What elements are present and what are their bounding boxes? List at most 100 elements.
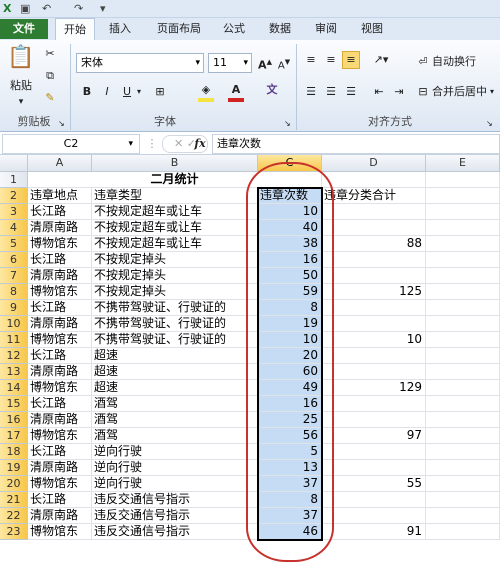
table-cell-b[interactable]: 超速 [92, 348, 258, 364]
font-name-box[interactable]: 宋体 ▾ [76, 53, 204, 73]
table-cell-a[interactable]: 长江路 [28, 444, 92, 460]
table-cell-d[interactable] [322, 204, 426, 220]
table-cell-a[interactable]: 长江路 [28, 396, 92, 412]
table-cell-c[interactable]: 19 [258, 316, 322, 332]
table-cell-d[interactable]: 88 [322, 236, 426, 252]
column-header-b[interactable]: B [92, 155, 258, 172]
tab-view[interactable]: 视图 [352, 18, 392, 40]
tab-home[interactable]: 开始 [55, 18, 95, 41]
table-cell-d[interactable] [322, 492, 426, 508]
table-cell-a[interactable]: 长江路 [28, 252, 92, 268]
sheet-title[interactable]: 二月统计 [28, 172, 322, 188]
row-header[interactable]: 23 [0, 524, 28, 540]
tab-page-layout[interactable]: 页面布局 [148, 18, 210, 40]
header-cell-c[interactable]: 违章次数 [258, 188, 322, 204]
table-cell-b[interactable]: 不按规定超车或让车 [92, 220, 258, 236]
fx-icon[interactable]: fx [192, 136, 208, 152]
table-cell-a[interactable]: 长江路 [28, 204, 92, 220]
table-cell-b[interactable]: 违反交通信号指示 [92, 492, 258, 508]
table-cell-b[interactable]: 不按规定超车或让车 [92, 236, 258, 252]
tab-data[interactable]: 数据 [260, 18, 300, 40]
row-header[interactable]: 17 [0, 428, 28, 444]
header-cell-a[interactable]: 违章地点 [28, 188, 92, 204]
row-header[interactable]: 3 [0, 204, 28, 220]
align-left-icon[interactable]: ☰ [302, 84, 320, 100]
decrease-indent-icon[interactable]: ⇤ [370, 84, 388, 100]
table-cell-d[interactable] [322, 460, 426, 476]
table-cell-b[interactable]: 不携带驾驶证、行驶证的 [92, 316, 258, 332]
align-middle-icon[interactable]: ≡ [322, 52, 340, 68]
paste-button[interactable]: 粘贴 [4, 78, 38, 94]
table-cell-d[interactable] [322, 348, 426, 364]
table-cell-c[interactable]: 56 [258, 428, 322, 444]
column-header-d[interactable]: D [322, 155, 426, 172]
table-cell-e[interactable] [426, 316, 500, 332]
table-cell-b[interactable]: 违反交通信号指示 [92, 524, 258, 540]
table-cell-d[interactable] [322, 316, 426, 332]
table-cell-b[interactable]: 不携带驾驶证、行驶证的 [92, 332, 258, 348]
cut-icon[interactable]: ✂ [42, 46, 58, 62]
table-cell-a[interactable]: 长江路 [28, 300, 92, 316]
table-cell-b[interactable]: 不携带驾驶证、行驶证的 [92, 300, 258, 316]
table-cell-e[interactable] [426, 220, 500, 236]
row-header[interactable]: 16 [0, 412, 28, 428]
header-cell-e[interactable] [426, 188, 500, 204]
tab-formulas[interactable]: 公式 [214, 18, 254, 40]
cell-e1[interactable] [426, 172, 500, 188]
table-cell-a[interactable]: 清原南路 [28, 460, 92, 476]
table-cell-d[interactable] [322, 220, 426, 236]
row-header[interactable]: 9 [0, 300, 28, 316]
table-cell-d[interactable] [322, 252, 426, 268]
table-cell-e[interactable] [426, 476, 500, 492]
table-cell-b[interactable]: 逆向行驶 [92, 444, 258, 460]
customize-quick-access-icon[interactable]: ▾ [100, 1, 106, 16]
row-header[interactable]: 1 [0, 172, 28, 188]
table-cell-c[interactable]: 16 [258, 396, 322, 412]
table-cell-a[interactable]: 清原南路 [28, 364, 92, 380]
table-cell-e[interactable] [426, 236, 500, 252]
bold-button[interactable]: B [80, 84, 94, 100]
table-cell-b[interactable]: 超速 [92, 380, 258, 396]
table-cell-e[interactable] [426, 348, 500, 364]
table-cell-d[interactable]: 10 [322, 332, 426, 348]
table-cell-e[interactable] [426, 268, 500, 284]
table-cell-c[interactable]: 16 [258, 252, 322, 268]
table-cell-c[interactable]: 40 [258, 220, 322, 236]
row-header[interactable]: 15 [0, 396, 28, 412]
row-header[interactable]: 10 [0, 316, 28, 332]
paste-dropdown-icon[interactable]: ▾ [4, 94, 38, 110]
table-cell-b[interactable]: 违反交通信号指示 [92, 508, 258, 524]
merge-center-button[interactable]: 合并后居中 [432, 84, 487, 100]
table-cell-e[interactable] [426, 364, 500, 380]
table-cell-e[interactable] [426, 428, 500, 444]
increase-font-icon[interactable]: A▲ [256, 54, 274, 74]
table-cell-d[interactable]: 129 [322, 380, 426, 396]
table-cell-c[interactable]: 8 [258, 492, 322, 508]
table-cell-b[interactable]: 不按规定掉头 [92, 284, 258, 300]
table-cell-a[interactable]: 博物馆东 [28, 284, 92, 300]
align-bottom-icon[interactable]: ≡ [342, 51, 360, 69]
header-cell-b[interactable]: 违章类型 [92, 188, 258, 204]
table-cell-a[interactable]: 长江路 [28, 348, 92, 364]
italic-button[interactable]: I [100, 84, 114, 100]
table-cell-b[interactable]: 酒驾 [92, 412, 258, 428]
table-cell-e[interactable] [426, 300, 500, 316]
table-cell-a[interactable]: 清原南路 [28, 220, 92, 236]
cell-d1[interactable] [322, 172, 426, 188]
row-header[interactable]: 8 [0, 284, 28, 300]
table-cell-b[interactable]: 酒驾 [92, 428, 258, 444]
font-launcher-icon[interactable]: ↘ [284, 116, 291, 132]
table-cell-c[interactable]: 5 [258, 444, 322, 460]
decrease-font-icon[interactable]: A▼ [276, 54, 292, 74]
table-cell-d[interactable]: 91 [322, 524, 426, 540]
table-cell-b[interactable]: 逆向行驶 [92, 460, 258, 476]
undo-icon[interactable]: ↶ [42, 1, 51, 16]
table-cell-b[interactable]: 不按规定掉头 [92, 252, 258, 268]
save-icon[interactable]: ▣ [20, 1, 30, 16]
orientation-icon[interactable]: ↗▾ [370, 52, 392, 68]
table-cell-a[interactable]: 博物馆东 [28, 476, 92, 492]
table-cell-e[interactable] [426, 252, 500, 268]
table-cell-a[interactable]: 博物馆东 [28, 380, 92, 396]
increase-indent-icon[interactable]: ⇥ [390, 84, 408, 100]
table-cell-b[interactable]: 不按规定掉头 [92, 268, 258, 284]
